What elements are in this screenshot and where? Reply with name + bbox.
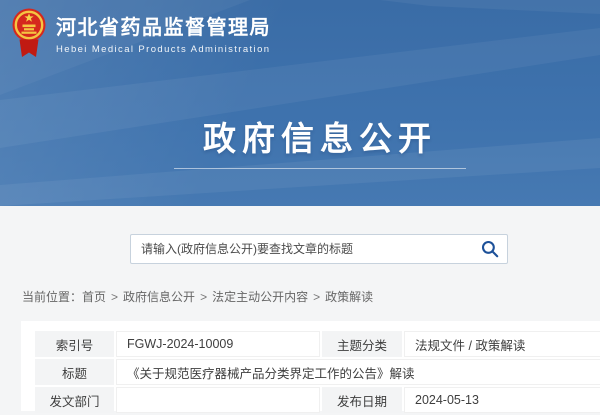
issuing-department-value (116, 387, 320, 413)
index-number-label: 索引号 (35, 331, 114, 357)
page-header-hero: 河北省药品监督管理局 Hebei Medical Products Admini… (0, 0, 600, 206)
subject-category-value: 法规文件 / 政策解读 (404, 331, 600, 357)
breadcrumb-separator: > (111, 290, 118, 304)
banner-underline (174, 168, 466, 169)
page-title: 政府信息公开 (0, 112, 600, 160)
search-input[interactable] (131, 235, 477, 263)
breadcrumb-item-home[interactable]: 首页 (82, 290, 106, 304)
document-info-panel: 索引号 FGWJ-2024-10009 主题分类 法规文件 / 政策解读 标题 … (21, 321, 600, 411)
search-icon (481, 240, 499, 258)
publish-date-value: 2024-05-13 (404, 387, 600, 413)
document-info-table: 索引号 FGWJ-2024-10009 主题分类 法规文件 / 政策解读 标题 … (33, 329, 600, 415)
search-box (130, 234, 508, 264)
site-title-block: 河北省药品监督管理局 Hebei Medical Products Admini… (56, 4, 271, 55)
breadcrumb-item-gov-info[interactable]: 政府信息公开 (123, 290, 195, 304)
site-name: 河北省药品监督管理局 (56, 17, 271, 39)
breadcrumb-separator: > (200, 290, 207, 304)
breadcrumb-separator: > (313, 290, 320, 304)
search-button[interactable] (481, 240, 499, 258)
index-number-value: FGWJ-2024-10009 (116, 331, 320, 357)
subject-category-label: 主题分类 (322, 331, 402, 357)
issuing-department-label: 发文部门 (35, 387, 114, 413)
breadcrumb-item-policy-interpretation: 政策解读 (325, 290, 373, 304)
title-value: 《关于规范医疗器械产品分类界定工作的公告》解读 (116, 359, 600, 385)
content-area: 当前位置：首页 > 政府信息公开 > 法定主动公开内容 > 政策解读 索引号 FGWJ-20… (0, 206, 600, 400)
table-row: 标题 《关于规范医疗器械产品分类界定工作的公告》解读 (35, 359, 600, 385)
site-name-english: Hebei Medical Products Administration (56, 44, 271, 55)
title-label: 标题 (35, 359, 114, 385)
site-logo[interactable]: 河北省药品监督管理局 Hebei Medical Products Admini… (9, 4, 271, 62)
table-row: 索引号 FGWJ-2024-10009 主题分类 法规文件 / 政策解读 (35, 331, 600, 357)
publish-date-label: 发布日期 (322, 387, 402, 413)
table-row: 发文部门 发布日期 2024-05-13 (35, 387, 600, 413)
breadcrumb-item-statutory-disclosure[interactable]: 法定主动公开内容 (212, 290, 308, 304)
breadcrumb-prefix: 当前位置： (22, 290, 82, 304)
breadcrumb: 当前位置：首页 > 政府信息公开 > 法定主动公开内容 > 政策解读 (22, 288, 373, 305)
national-emblem-icon (9, 4, 49, 62)
